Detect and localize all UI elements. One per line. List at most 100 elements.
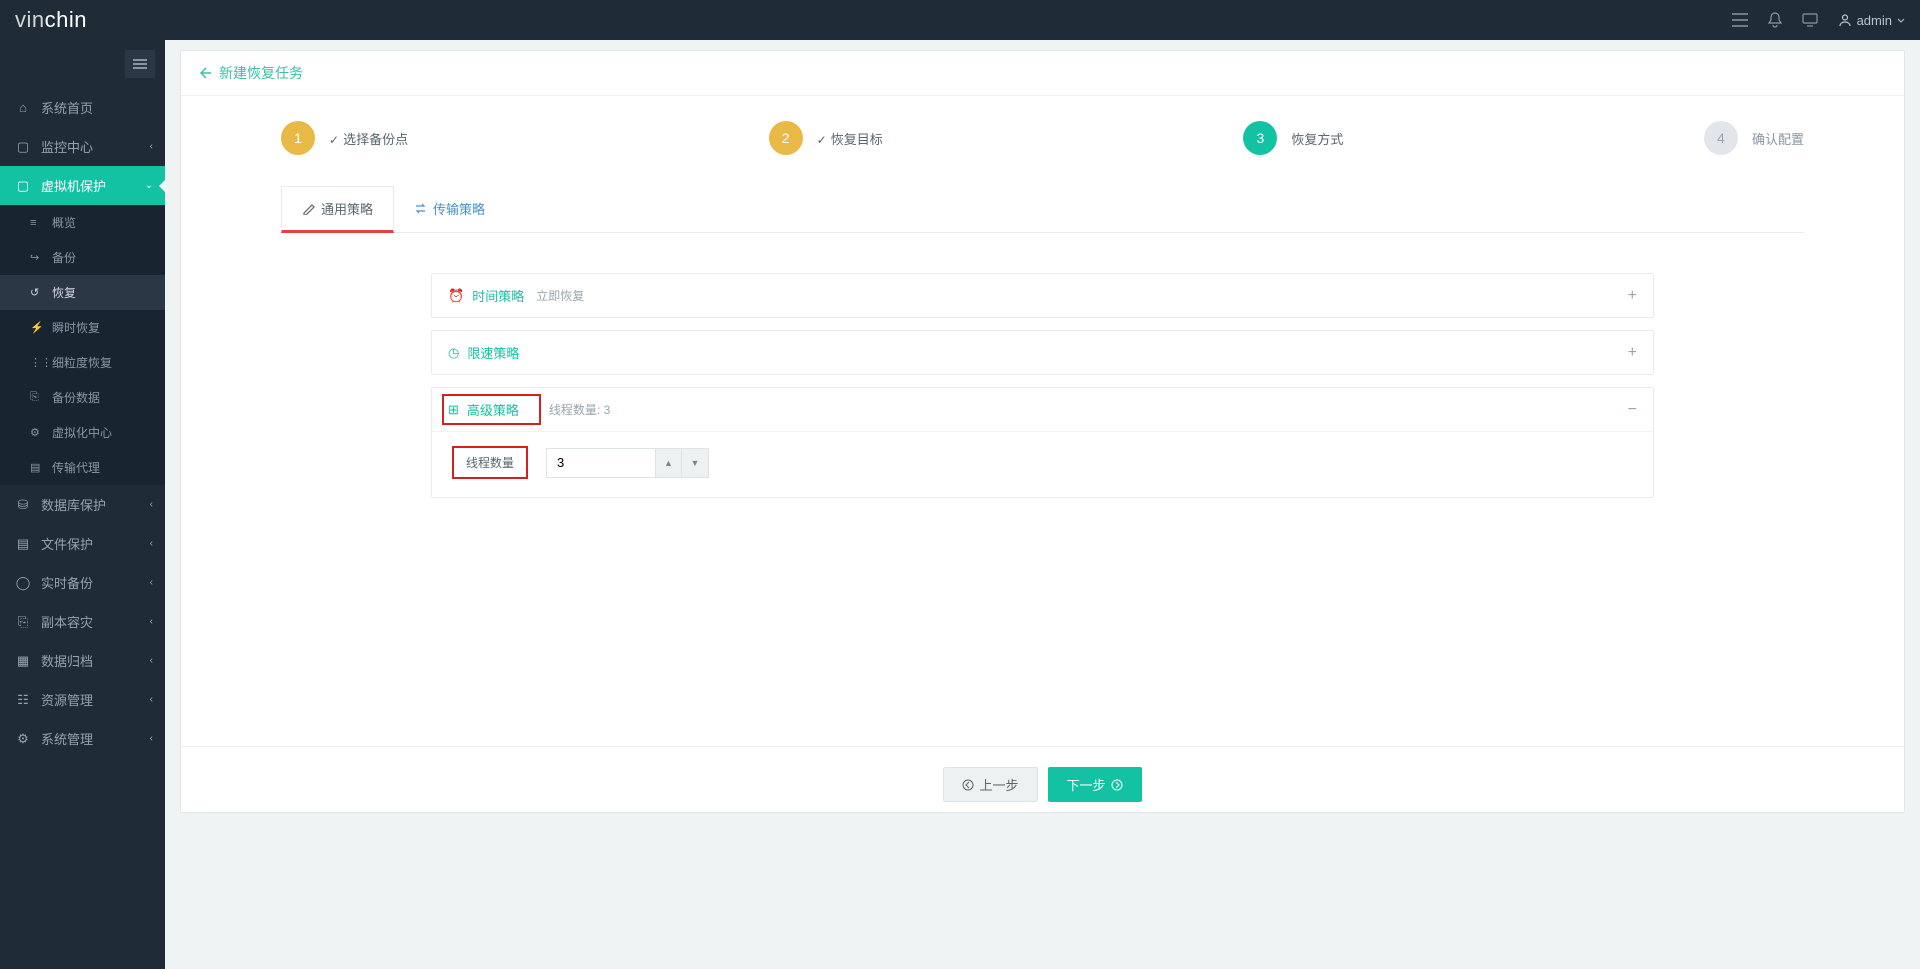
sidebar-toggle-button[interactable] [125, 50, 155, 78]
thread-count-label: 线程数量 [452, 446, 528, 479]
logo-part1: vin [15, 7, 45, 32]
step-label: 选择备份点 [343, 132, 408, 147]
logo: vinchin [0, 0, 165, 40]
strategy-tabs: 通用策略 传输策略 [281, 185, 1804, 233]
time-strategy-head[interactable]: ⏰ 时间策略 立即恢复 + [432, 274, 1653, 317]
spinner-down-button[interactable]: ▼ [682, 449, 708, 477]
monitor-icon: ▢ [15, 139, 31, 155]
sub-backup[interactable]: ↪ 备份 [0, 240, 165, 275]
nav-label: 实时备份 [41, 573, 93, 592]
db-icon: ⛁ [15, 497, 31, 513]
sub-label: 备份数据 [52, 389, 100, 406]
edit-icon [302, 202, 315, 215]
gear-icon: ⚙ [15, 731, 31, 747]
app-header: vinchin admin [0, 0, 1920, 40]
nav-replica-dr[interactable]: ⎘副本容灾‹ [0, 602, 165, 641]
sub-label: 传输代理 [52, 459, 100, 476]
plus-icon: + [1628, 344, 1637, 362]
user-name: admin [1857, 13, 1892, 28]
nav-label: 文件保护 [41, 534, 93, 553]
nav-realtime-backup[interactable]: ◯实时备份‹ [0, 563, 165, 602]
nav-res-manage[interactable]: ☷资源管理‹ [0, 680, 165, 719]
archive-icon: ▦ [15, 653, 31, 669]
sub-label: 瞬时恢复 [52, 319, 100, 336]
chevron-down-icon [1897, 18, 1905, 23]
plus-icon: + [1628, 287, 1637, 305]
home-icon: ⌂ [15, 100, 31, 115]
clock-icon: ⏰ [448, 288, 464, 304]
nav-sys-manage[interactable]: ⚙系统管理‹ [0, 719, 165, 758]
chevron-down-icon: ⌄ [145, 180, 153, 191]
sub-label: 概览 [52, 214, 76, 231]
check-icon: ✓ [817, 133, 827, 147]
nav-monitor[interactable]: ▢ 监控中心 ‹ [0, 127, 165, 166]
wizard-panel: 新建恢复任务 1 ✓选择备份点 2 ✓恢复目标 3 恢复方式 4 [180, 50, 1905, 813]
tab-general[interactable]: 通用策略 [281, 186, 394, 233]
sub-transfer-agent[interactable]: ▤ 传输代理 [0, 450, 165, 485]
chevron-left-icon: ‹ [150, 694, 153, 705]
step-number: 2 [769, 121, 803, 155]
spinner-buttons: ▲ ▼ [656, 448, 709, 478]
sub-virt-center[interactable]: ⚙ 虚拟化中心 [0, 415, 165, 450]
sub-granular-restore[interactable]: ⋮⋮细粒度恢复 [0, 345, 165, 380]
spinner-up-button[interactable]: ▲ [656, 449, 682, 477]
sub-restore[interactable]: ↺ 恢复 [0, 275, 165, 310]
sub-instant-restore[interactable]: ⚡ 瞬时恢复 [0, 310, 165, 345]
user-icon [1838, 13, 1852, 27]
bell-icon[interactable] [1768, 12, 1782, 28]
restore-icon: ↺ [30, 286, 44, 299]
adv-strategy-head[interactable]: ⊞ 高级策略 线程数量: 3 − [432, 388, 1653, 431]
monitor-icon[interactable] [1802, 13, 1818, 27]
next-button[interactable]: 下一步 [1048, 767, 1142, 802]
thread-count-input[interactable] [546, 448, 656, 478]
button-label: 上一步 [979, 775, 1018, 794]
sub-backup-data[interactable]: ⎘备份数据 [0, 380, 165, 415]
nav-label: 系统首页 [41, 98, 93, 117]
prev-button[interactable]: 上一步 [943, 767, 1037, 802]
logo-part2: chin [45, 7, 87, 32]
copy-icon: ⎘ [15, 614, 31, 630]
content-area: 新建恢复任务 1 ✓选择备份点 2 ✓恢复目标 3 恢复方式 4 [165, 40, 1920, 833]
transfer-icon [414, 202, 427, 215]
sub-label: 备份 [52, 249, 76, 266]
gear-icon: ⚙ [30, 426, 44, 439]
bolt-icon: ⚡ [30, 321, 44, 334]
nav-home[interactable]: ⌂ 系统首页 [0, 88, 165, 127]
chevron-left-icon: ‹ [150, 733, 153, 744]
check-icon: ✓ [329, 133, 339, 147]
sub-nav: ≡概览 ↪ 备份 ↺ 恢复 ⚡ 瞬时恢复 ⋮⋮细粒度恢复 ⎘备份数据 ⚙ 虚拟化中心 ▤… [0, 205, 165, 485]
list-icon[interactable] [1732, 13, 1748, 27]
arrow-icon: ↪ [30, 251, 44, 264]
user-menu[interactable]: admin [1838, 13, 1905, 28]
chevron-left-icon: ‹ [150, 577, 153, 588]
nav-vm-protect[interactable]: ▢ 虚拟机保护 ⌄ [0, 166, 165, 205]
form-area: ⏰ 时间策略 立即恢复 + ◷ 限速策略 + [281, 233, 1804, 530]
strategy-sub: 立即恢复 [536, 287, 584, 304]
button-label: 下一步 [1067, 775, 1106, 794]
sub-label: 虚拟化中心 [52, 424, 112, 441]
page-title-text: 新建恢复任务 [219, 63, 303, 83]
step-1: 1 ✓ 选择备份点 [281, 121, 408, 155]
tab-transfer[interactable]: 传输策略 [394, 185, 505, 232]
nav-label: 监控中心 [41, 137, 93, 156]
wizard-steps: 1 ✓选择备份点 2 ✓恢复目标 3 恢复方式 4 确认配置 [281, 121, 1804, 155]
nav-label: 副本容灾 [41, 612, 93, 631]
nav-archive[interactable]: ▦数据归档‹ [0, 641, 165, 680]
sub-overview[interactable]: ≡概览 [0, 205, 165, 240]
minus-icon: − [1628, 401, 1637, 419]
time-strategy-row: ⏰ 时间策略 立即恢复 + [431, 273, 1654, 318]
file-icon: ▤ [15, 536, 31, 552]
adv-strategy-row: ⊞ 高级策略 线程数量: 3 − 线程数量 ▲ [431, 387, 1654, 498]
chevron-left-icon: ‹ [150, 499, 153, 510]
hamburger-icon [133, 59, 147, 69]
config-area: 通用策略 传输策略 ⏰ 时间策略 立即恢复 + [281, 185, 1804, 530]
gauge-icon: ◷ [448, 345, 459, 361]
speed-strategy-head[interactable]: ◷ 限速策略 + [432, 331, 1653, 374]
nav-file-protect[interactable]: ▤文件保护‹ [0, 524, 165, 563]
step-number: 1 [281, 121, 315, 155]
nav-db-protect[interactable]: ⛁数据库保护‹ [0, 485, 165, 524]
sub-label: 恢复 [52, 284, 76, 301]
agent-icon: ▤ [30, 461, 44, 474]
strategy-sub: 线程数量: 3 [549, 401, 610, 418]
sub-label: 细粒度恢复 [52, 354, 112, 371]
